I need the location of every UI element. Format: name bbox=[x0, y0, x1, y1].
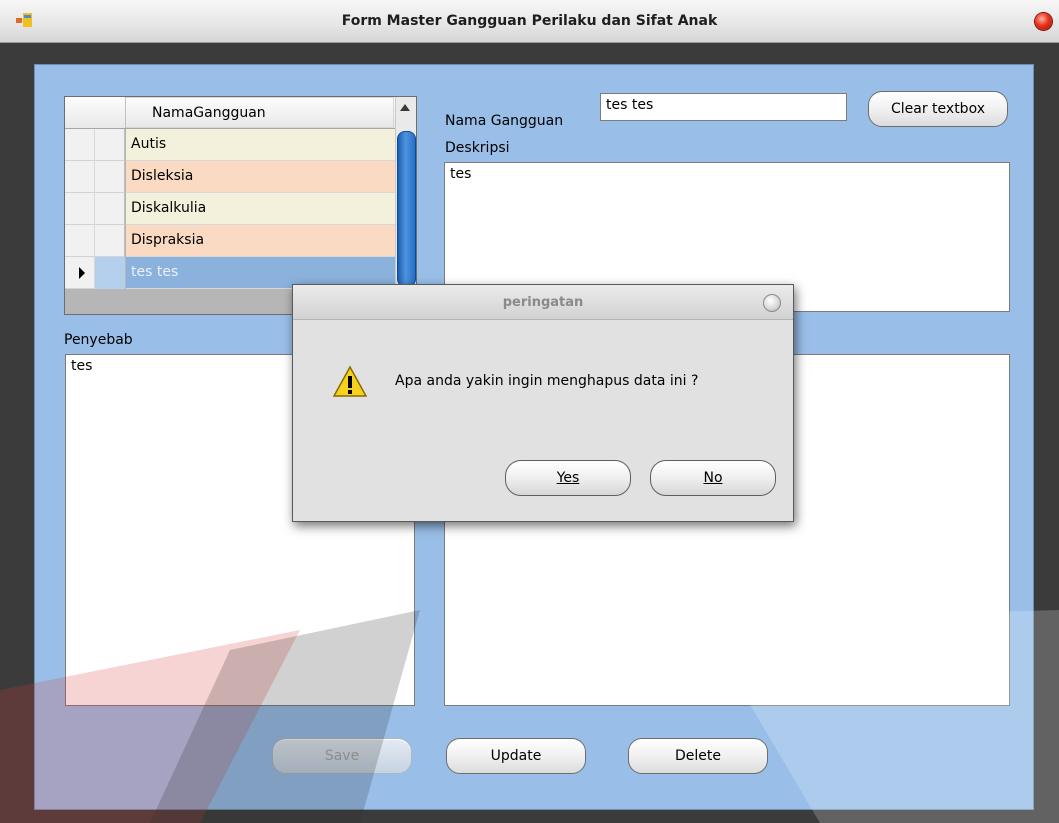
no-button[interactable]: No bbox=[650, 460, 776, 496]
title-bar: Form Master Gangguan Perilaku dan Sifat … bbox=[0, 0, 1059, 43]
dialog-message: Apa anda yakin ingin menghapus data ini … bbox=[395, 373, 699, 389]
no-button-label: No bbox=[703, 470, 723, 486]
dialog-title-bar: peringatan bbox=[293, 285, 793, 320]
grid-row[interactable]: Dispraksia bbox=[65, 225, 395, 257]
grid-header: NamaGangguan bbox=[65, 97, 395, 129]
row-header[interactable] bbox=[65, 257, 125, 289]
grid-cell-nama[interactable]: Autis bbox=[126, 129, 395, 161]
save-button[interactable]: Save bbox=[272, 738, 412, 774]
delete-button[interactable]: Delete bbox=[628, 738, 768, 774]
main-window: Form Master Gangguan Perilaku dan Sifat … bbox=[0, 0, 1059, 823]
current-row-pointer-icon bbox=[79, 267, 85, 279]
close-button[interactable] bbox=[1035, 13, 1052, 30]
nama-gangguan-label: Nama Gangguan bbox=[445, 113, 564, 129]
update-button[interactable]: Update bbox=[446, 738, 586, 774]
yes-button[interactable]: Yes bbox=[505, 460, 631, 496]
column-header-namagangguan[interactable]: NamaGangguan bbox=[126, 97, 394, 128]
grid-row[interactable]: Autis bbox=[65, 129, 395, 161]
grid-row[interactable]: Disleksia bbox=[65, 161, 395, 193]
grid-cell-nama[interactable]: Disleksia bbox=[126, 161, 395, 193]
grid-cell-nama[interactable]: Diskalkulia bbox=[126, 193, 395, 225]
nama-gangguan-input[interactable]: tes tes bbox=[600, 93, 847, 121]
clear-textbox-button[interactable]: Clear textbox bbox=[868, 91, 1008, 127]
warning-icon bbox=[333, 365, 367, 397]
penyebab-label: Penyebab bbox=[64, 332, 133, 348]
row-header[interactable] bbox=[65, 129, 125, 161]
window-title: Form Master Gangguan Perilaku dan Sifat … bbox=[341, 13, 718, 29]
row-header[interactable] bbox=[65, 225, 125, 257]
gangguan-grid[interactable]: NamaGangguan Autis Disleksia Diskalkulia… bbox=[64, 96, 417, 315]
row-header[interactable] bbox=[65, 161, 125, 193]
grid-row[interactable]: Diskalkulia bbox=[65, 193, 395, 225]
dialog-title: peringatan bbox=[502, 295, 584, 310]
scroll-up-arrow-icon[interactable] bbox=[400, 104, 410, 111]
confirm-dialog: peringatan Apa anda yakin ingin menghapu… bbox=[292, 284, 794, 522]
grid-cell-nama[interactable]: Dispraksia bbox=[126, 225, 395, 257]
scroll-thumb[interactable] bbox=[397, 131, 416, 287]
yes-button-label: Yes bbox=[556, 470, 580, 486]
deskripsi-label: Deskripsi bbox=[445, 140, 510, 156]
grid-corner bbox=[65, 97, 126, 128]
grid-vertical-scrollbar[interactable] bbox=[395, 97, 416, 314]
row-header[interactable] bbox=[65, 193, 125, 225]
dialog-close-button[interactable] bbox=[763, 294, 781, 312]
